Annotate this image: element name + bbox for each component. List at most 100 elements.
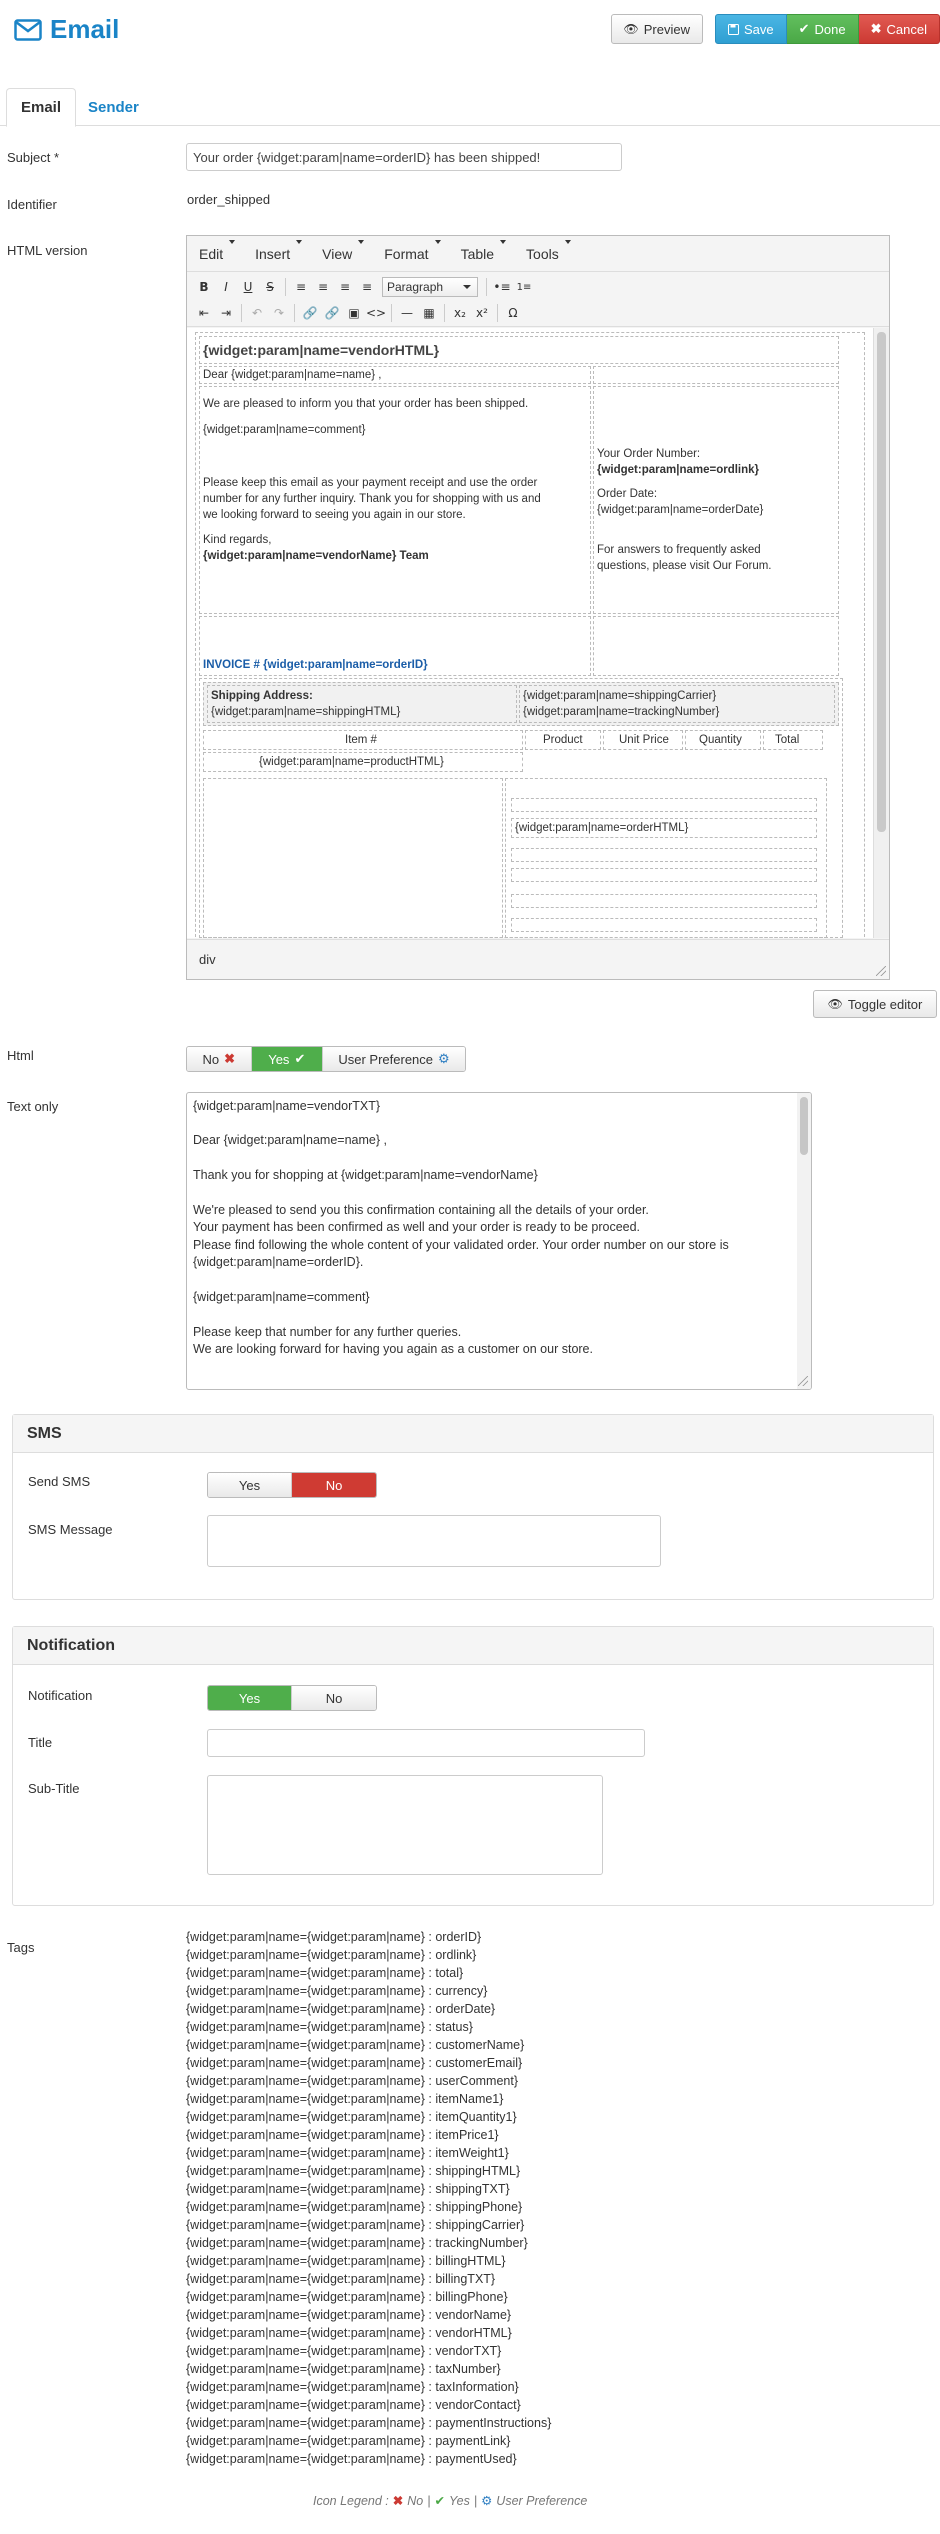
toolbar-divider [497,303,498,322]
text-only-textarea[interactable]: {widget:param|name=vendorTXT} Dear {widg… [186,1092,812,1390]
summary-line-3 [511,868,817,882]
html-no-option[interactable]: No ✖ [187,1047,251,1071]
menu-table[interactable]: Table [455,239,507,262]
menu-tools[interactable]: Tools [520,239,571,262]
outdent-icon[interactable]: ⇤ [193,302,215,324]
underline-icon[interactable]: U [237,276,259,298]
tab-bar: Email Sender [0,88,940,127]
toggle-editor-label: Toggle editor [847,996,923,1012]
tracking-number: {widget:param|name=trackingNumber} [523,706,720,718]
html-user-preference-label: User Preference [338,1051,434,1067]
preview-button[interactable]: 👁 Preview [610,14,703,44]
sms-yes-option[interactable]: Yes [208,1473,291,1497]
save-button[interactable]: Save [715,14,787,44]
numbered-list-icon[interactable]: 1≡ [513,276,535,298]
editor-scrollbar[interactable] [873,328,889,938]
done-button[interactable]: ✔ Done [786,14,859,44]
text-only-scrollbar[interactable] [797,1093,811,1389]
tag-item: {widget:param|name={widget:param|name} :… [186,2380,519,2394]
envelope-icon [14,18,42,41]
cancel-button[interactable]: ✖ Cancel [858,14,940,44]
notification-title-label: Title [28,1735,53,1750]
subject-label: Subject * [7,150,60,165]
tag-item: {widget:param|name={widget:param|name} :… [186,2452,517,2466]
informed-line: We are pleased to inform you that your o… [203,398,529,410]
order-number-label: Your Order Number: [597,448,701,460]
superscript-icon[interactable]: x² [471,302,493,324]
notification-no-option[interactable]: No [291,1686,376,1710]
gear-icon: ⚙ [481,2494,493,2508]
editor-content[interactable]: {widget:param|name=vendorHTML} Dear {wid… [187,328,889,938]
tag-item: {widget:param|name={widget:param|name} :… [186,2110,517,2124]
editor-statusbar: div [187,939,889,979]
receipt-line-2: number for any further inquiry. Thank yo… [203,493,541,505]
tab-sender[interactable]: Sender [74,88,153,127]
subject-input[interactable] [186,143,622,171]
resize-handle-icon[interactable] [798,1376,808,1386]
close-icon: ✖ [870,21,882,36]
italic-icon[interactable]: I [215,276,237,298]
align-center-icon[interactable]: ≡ [312,276,334,298]
menu-format[interactable]: Format [378,239,441,262]
toggle-editor-button[interactable]: 👁 Toggle editor [813,990,937,1018]
legend-yes: Yes [448,2493,470,2508]
table-icon[interactable]: ▦ [418,302,440,324]
special-character-icon[interactable]: Ω [502,302,524,324]
tag-item: {widget:param|name={widget:param|name} :… [186,1984,488,1998]
rich-text-editor: Edit Insert View Format Table Tools B I … [186,235,890,980]
code-icon[interactable]: <> [365,302,387,324]
col-product: Product [543,734,583,746]
element-path[interactable]: div [199,952,216,967]
tag-item: {widget:param|name={widget:param|name} :… [186,1948,477,1962]
menu-edit[interactable]: Edit [193,239,236,262]
x-icon: ✖ [224,1051,236,1066]
send-sms-label: Send SMS [28,1474,91,1489]
bold-icon[interactable]: B [193,276,215,298]
save-label: Save [744,21,774,37]
notification-yes-option[interactable]: Yes [208,1686,291,1710]
horizontal-rule-icon[interactable]: — [396,302,418,324]
text-only-scrollbar-thumb[interactable] [800,1097,808,1155]
answers-line-1: For answers to frequently asked [597,544,761,556]
bullet-list-icon[interactable]: •≡ [491,276,513,298]
col-quantity: Quantity [699,734,742,746]
tag-item: {widget:param|name={widget:param|name} :… [186,2290,508,2304]
editor-scrollbar-thumb[interactable] [877,332,886,832]
tag-item: {widget:param|name={widget:param|name} :… [186,2416,552,2430]
gear-icon: ⚙ [438,1051,450,1066]
format-select[interactable]: Paragraph [382,277,478,297]
tab-email[interactable]: Email [6,88,77,127]
x-icon: ✖ [392,2494,404,2508]
order-html: {widget:param|name=orderHTML} [515,822,689,834]
html-option-group: No ✖ Yes ✔ User Preference ⚙ [186,1046,466,1072]
unlink-icon[interactable]: 🔗 [321,302,343,324]
undo-icon[interactable]: ↶ [246,302,268,324]
sms-message-label: SMS Message [28,1522,113,1537]
align-right-icon[interactable]: ≡ [334,276,356,298]
notification-title-input[interactable] [207,1729,645,1757]
text-line: Dear {widget:param|name=name} , [193,1133,387,1147]
sms-message-textarea[interactable] [207,1515,661,1567]
indent-icon[interactable]: ⇥ [215,302,237,324]
shipping-carrier: {widget:param|name=shippingCarrier} [523,690,717,702]
html-yes-option[interactable]: Yes ✔ [250,1047,323,1071]
menu-view[interactable]: View [316,239,365,262]
align-left-icon[interactable]: ≡ [290,276,312,298]
link-icon[interactable]: 🔗 [299,302,321,324]
resize-handle-icon[interactable] [876,966,886,976]
strikethrough-icon[interactable]: S [259,276,281,298]
menu-insert[interactable]: Insert [249,239,303,262]
sms-no-option[interactable]: No [291,1473,376,1497]
team-line: {widget:param|name=vendorName} Team [203,550,429,562]
align-justify-icon[interactable]: ≡ [356,276,378,298]
tag-item: {widget:param|name={widget:param|name} :… [186,2128,499,2142]
redo-icon[interactable]: ↷ [268,302,290,324]
send-sms-option-group: Yes No [207,1472,377,1498]
subtitle-textarea[interactable] [207,1775,603,1875]
html-user-preference-option[interactable]: User Preference ⚙ [322,1047,465,1071]
tag-item: {widget:param|name={widget:param|name} :… [186,1930,482,1944]
image-icon[interactable]: ▣ [343,302,365,324]
tag-item: {widget:param|name={widget:param|name} :… [186,2164,521,2178]
summary-line-4 [511,894,817,908]
subscript-icon[interactable]: x₂ [449,302,471,324]
